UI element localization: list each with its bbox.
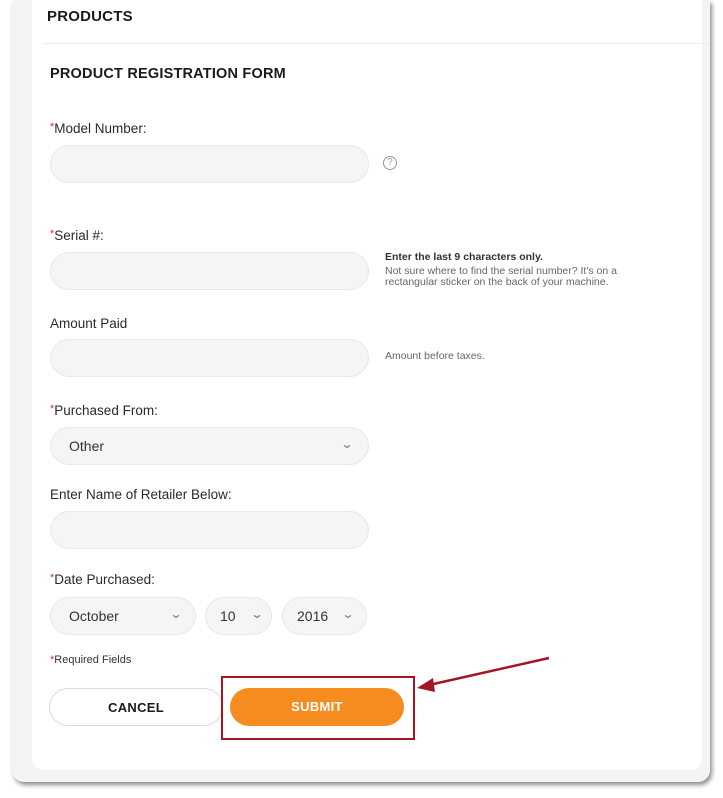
annotation-arrow-icon [417, 656, 550, 692]
chevron-down-icon: ⌄ [340, 437, 354, 451]
serial-hint-strong: Enter the last 9 characters only. [385, 251, 543, 263]
form-title: PRODUCT REGISTRATION FORM [50, 66, 286, 82]
year-value: 2016 [297, 608, 329, 624]
help-icon[interactable]: ? [383, 156, 397, 170]
chevron-down-icon: ⌄ [250, 607, 264, 621]
purchased-from-select[interactable]: Other ⌄ [50, 427, 369, 465]
model-number-input[interactable] [50, 145, 369, 183]
chevron-down-icon: ⌄ [341, 607, 355, 621]
serial-label: *Serial #: [50, 228, 104, 243]
retailer-name-input[interactable] [50, 511, 369, 549]
page-title: PRODUCTS [47, 8, 133, 25]
year-select[interactable]: 2016 ⌄ [282, 597, 367, 635]
required-fields-note: *Required Fields [50, 654, 132, 666]
serial-hint-line2: rectangular sticker on the back of your … [385, 276, 609, 288]
chevron-down-icon: ⌄ [169, 607, 183, 621]
month-select[interactable]: October ⌄ [50, 597, 196, 635]
header-divider [44, 43, 710, 44]
amount-paid-input[interactable] [50, 339, 369, 377]
serial-input[interactable] [50, 252, 369, 290]
form-card [32, 0, 702, 770]
purchased-from-label: *Purchased From: [50, 403, 158, 418]
annotation-highlight-box [221, 676, 415, 740]
model-number-label: *Model Number: [50, 121, 147, 136]
date-purchased-label: *Date Purchased: [50, 572, 155, 587]
purchased-from-value: Other [69, 438, 105, 454]
day-value: 10 [220, 608, 236, 624]
day-select[interactable]: 10 ⌄ [205, 597, 272, 635]
retailer-name-label: Enter Name of Retailer Below: [50, 487, 232, 502]
amount-paid-label: Amount Paid [50, 316, 128, 331]
cancel-button[interactable]: CANCEL [49, 688, 223, 726]
month-value: October [69, 608, 119, 624]
amount-paid-hint: Amount before taxes. [385, 350, 485, 362]
